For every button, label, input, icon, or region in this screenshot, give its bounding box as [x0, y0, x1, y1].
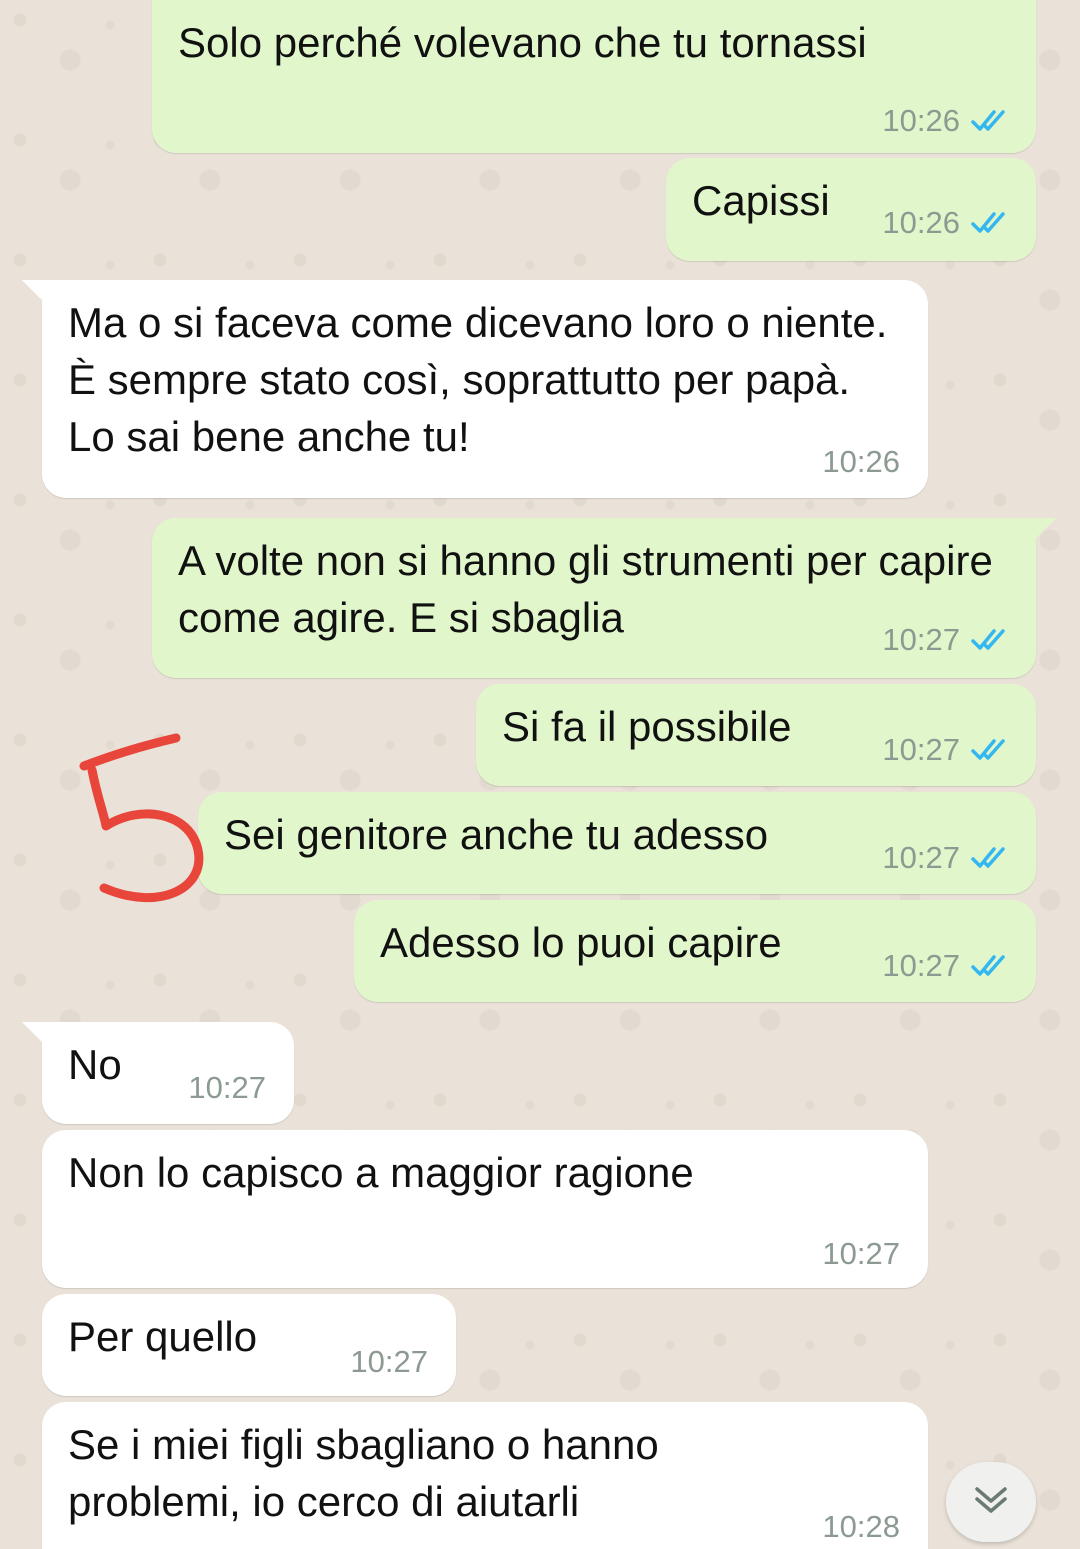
message-time: 10:26	[822, 444, 900, 479]
double-check-icon	[970, 108, 1014, 134]
message-meta: 10:26	[882, 103, 1014, 139]
message-outgoing[interactable]: A volte non si hanno gli strumenti per c…	[152, 518, 1056, 678]
message-time: 10:27	[822, 1236, 900, 1271]
message-text: Non lo capisco a maggior ragione	[68, 1149, 694, 1196]
message-meta: 10:27	[882, 622, 1014, 658]
message-time: 10:28	[822, 1509, 900, 1544]
message-meta: 10:27	[350, 1344, 428, 1380]
message-meta: 10:26	[882, 205, 1014, 241]
double-check-icon	[970, 845, 1014, 871]
message-text: Se i miei figli sbagliano o hanno proble…	[68, 1421, 659, 1525]
message-time: 10:26	[882, 205, 960, 240]
bubble-tail	[1030, 518, 1056, 544]
message-time: 10:27	[882, 732, 960, 767]
message-time: 10:27	[882, 948, 960, 983]
message-time: 10:27	[188, 1070, 266, 1105]
message-incoming[interactable]: Se i miei figli sbagliano o hanno proble…	[42, 1402, 928, 1549]
double-check-icon	[970, 627, 1014, 653]
message-incoming[interactable]: Non lo capisco a maggior ragione 10:27	[42, 1130, 928, 1288]
message-text: Ma o si faceva come dicevano loro o nien…	[68, 299, 888, 460]
message-text: A volte non si hanno gli strumenti per c…	[178, 537, 993, 641]
message-outgoing[interactable]: Adesso lo puoi capire 10:27	[354, 900, 1036, 1002]
bubble-tail	[22, 1022, 48, 1048]
message-meta: 10:27	[882, 840, 1014, 876]
message-incoming[interactable]: Ma o si faceva come dicevano loro o nien…	[22, 280, 928, 498]
message-incoming[interactable]: No 10:27	[22, 1022, 294, 1124]
message-time: 10:27	[882, 622, 960, 657]
message-meta: 10:27	[188, 1070, 266, 1106]
message-incoming[interactable]: Per quello 10:27	[42, 1294, 456, 1396]
message-meta: 10:26	[822, 444, 900, 480]
double-check-icon	[970, 737, 1014, 763]
annotation-five: 5	[79, 733, 204, 903]
double-check-icon	[970, 210, 1014, 236]
double-chevron-down-icon	[971, 1483, 1011, 1522]
message-outgoing[interactable]: Si fa il possibile 10:27	[476, 684, 1036, 786]
message-outgoing[interactable]: Capissi 10:26	[666, 158, 1036, 261]
bubble-tail	[22, 280, 48, 306]
message-meta: 10:27	[882, 948, 1014, 984]
message-text: Solo perché volevano che tu tornassi	[178, 19, 867, 66]
message-meta: 10:27	[822, 1236, 900, 1272]
message-outgoing[interactable]: Solo perché volevano che tu tornassi 10:…	[152, 0, 1036, 153]
message-time: 10:27	[350, 1344, 428, 1379]
double-check-icon	[970, 953, 1014, 979]
message-time: 10:26	[882, 103, 960, 138]
message-time: 10:27	[882, 840, 960, 875]
scroll-to-bottom-button[interactable]	[946, 1462, 1036, 1542]
message-meta: 10:27	[882, 732, 1014, 768]
message-outgoing[interactable]: Sei genitore anche tu adesso 10:27	[198, 792, 1036, 894]
message-meta: 10:28	[822, 1509, 900, 1545]
